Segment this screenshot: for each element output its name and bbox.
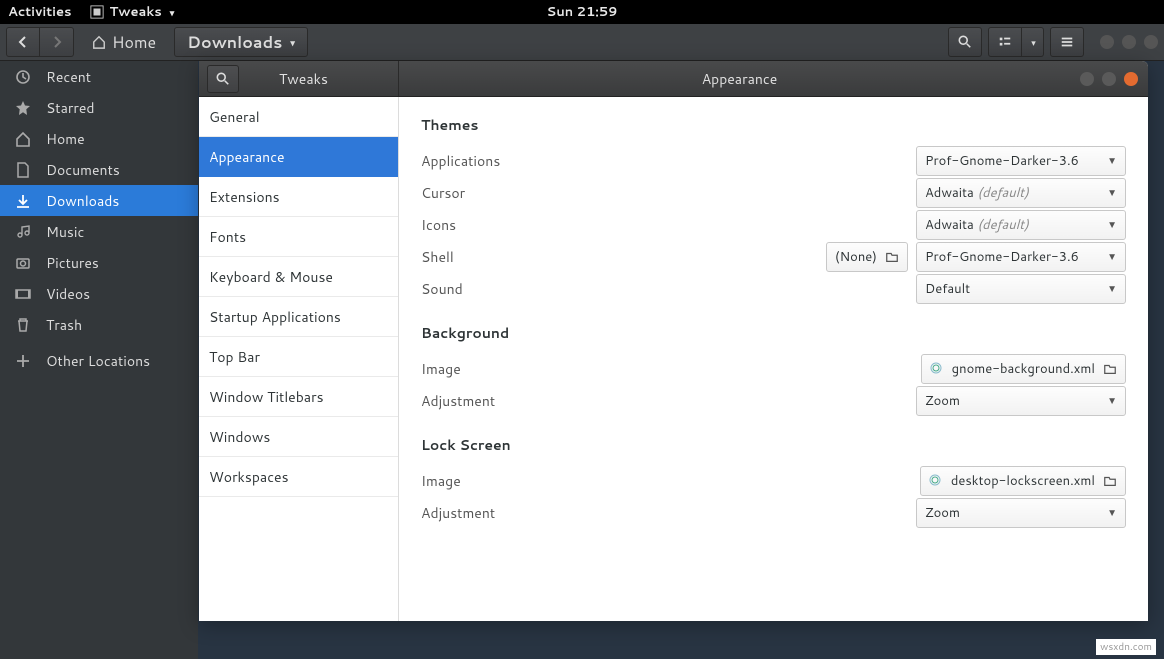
file-icon bbox=[929, 474, 943, 488]
video-icon bbox=[14, 286, 32, 302]
category-extensions[interactable]: Extensions bbox=[199, 177, 398, 217]
category-general[interactable]: General bbox=[199, 97, 398, 137]
tweaks-sidebar-title: Tweaks bbox=[279, 69, 328, 89]
label-lock-adjustment: Adjustment bbox=[421, 503, 916, 523]
hamburger-button[interactable] bbox=[1050, 27, 1084, 57]
tweaks-icon bbox=[90, 5, 104, 19]
chevron-down-icon: ▾ bbox=[170, 6, 175, 19]
background-adjustment-combo[interactable]: Zoom ▼ bbox=[916, 386, 1126, 416]
camera-icon bbox=[14, 255, 32, 271]
chevron-down-icon: ▼ bbox=[1107, 218, 1117, 232]
sidebar-item-home[interactable]: Home bbox=[0, 123, 198, 154]
document-icon bbox=[14, 162, 32, 178]
trash-icon bbox=[14, 317, 32, 333]
files-headerbar: Home Downloads ▾ ▾ bbox=[0, 24, 1164, 61]
maximize-button[interactable] bbox=[1122, 35, 1136, 49]
section-lockscreen: Lock Screen bbox=[421, 435, 1126, 455]
close-button[interactable] bbox=[1124, 72, 1138, 86]
label-icons: Icons bbox=[421, 215, 916, 235]
close-button[interactable] bbox=[1144, 35, 1158, 49]
sidebar-item-trash[interactable]: Trash bbox=[0, 309, 198, 340]
view-list-button[interactable] bbox=[988, 27, 1022, 57]
tweaks-window: Tweaks Appearance General Appearance Ext… bbox=[199, 61, 1148, 621]
shell-theme-combo[interactable]: Prof-Gnome-Darker-3.6 ▼ bbox=[916, 242, 1126, 272]
label-applications: Applications bbox=[421, 151, 916, 171]
lockscreen-adjustment-combo[interactable]: Zoom ▼ bbox=[916, 498, 1126, 528]
label-bg-adjustment: Adjustment bbox=[421, 391, 916, 411]
plus-icon bbox=[14, 353, 32, 369]
search-icon bbox=[216, 72, 230, 86]
clock-icon bbox=[14, 69, 32, 85]
label-cursor: Cursor bbox=[421, 183, 916, 203]
sidebar-item-downloads[interactable]: Downloads bbox=[0, 185, 198, 216]
folder-open-icon bbox=[1103, 474, 1117, 488]
category-fonts[interactable]: Fonts bbox=[199, 217, 398, 257]
sidebar-item-starred[interactable]: Starred bbox=[0, 92, 198, 123]
watermark: wsxdn.com bbox=[1096, 639, 1156, 655]
tweaks-page-title: Appearance bbox=[399, 69, 1080, 89]
files-sidebar: Recent Starred Home Documents Downloads … bbox=[0, 61, 198, 659]
category-startup-applications[interactable]: Startup Applications bbox=[199, 297, 398, 337]
tweaks-content: Themes Applications Prof-Gnome-Darker-3.… bbox=[399, 97, 1148, 621]
tweaks-headerbar: Tweaks Appearance bbox=[199, 61, 1148, 97]
home-icon bbox=[92, 35, 106, 49]
minimize-button[interactable] bbox=[1100, 35, 1114, 49]
chevron-down-icon: ▼ bbox=[1107, 154, 1117, 168]
cursor-theme-combo[interactable]: Adwaita (default) ▼ bbox=[916, 178, 1126, 208]
background-image-file-button[interactable]: gnome-background.xml bbox=[921, 354, 1126, 384]
top-panel: Activities Tweaks ▾ Sun 21:59 bbox=[0, 0, 1164, 24]
tweaks-category-list: General Appearance Extensions Fonts Keyb… bbox=[199, 97, 399, 621]
folder-open-icon bbox=[885, 250, 899, 264]
label-sound: Sound bbox=[421, 279, 916, 299]
category-windows[interactable]: Windows bbox=[199, 417, 398, 457]
chevron-down-icon: ▼ bbox=[1107, 250, 1117, 264]
home-icon bbox=[14, 131, 32, 147]
category-top-bar[interactable]: Top Bar bbox=[199, 337, 398, 377]
sidebar-item-pictures[interactable]: Pictures bbox=[0, 247, 198, 278]
minimize-button[interactable] bbox=[1080, 72, 1094, 86]
sidebar-item-music[interactable]: Music bbox=[0, 216, 198, 247]
category-workspaces[interactable]: Workspaces bbox=[199, 457, 398, 497]
label-shell: Shell bbox=[421, 247, 826, 267]
activities-button[interactable]: Activities bbox=[8, 3, 72, 21]
sound-theme-combo[interactable]: Default ▼ bbox=[916, 274, 1126, 304]
section-themes: Themes bbox=[421, 115, 1126, 135]
category-window-titlebars[interactable]: Window Titlebars bbox=[199, 377, 398, 417]
lockscreen-image-file-button[interactable]: desktop-lockscreen.xml bbox=[920, 466, 1126, 496]
sidebar-item-documents[interactable]: Documents bbox=[0, 154, 198, 185]
label-lock-image: Image bbox=[421, 471, 920, 491]
music-icon bbox=[14, 224, 32, 240]
back-button[interactable] bbox=[6, 27, 40, 57]
path-current[interactable]: Downloads ▾ bbox=[174, 27, 308, 57]
download-icon bbox=[14, 193, 32, 209]
search-button[interactable] bbox=[948, 27, 982, 57]
forward-button[interactable] bbox=[40, 27, 74, 57]
chevron-down-icon: ▼ bbox=[1107, 186, 1117, 200]
path-home[interactable]: Home bbox=[80, 27, 168, 57]
star-icon bbox=[14, 100, 32, 116]
sidebar-item-other-locations[interactable]: Other Locations bbox=[0, 340, 198, 382]
view-dropdown-button[interactable]: ▾ bbox=[1022, 27, 1044, 57]
clock[interactable]: Sun 21:59 bbox=[547, 3, 618, 21]
tweaks-window-controls bbox=[1080, 72, 1148, 86]
category-appearance[interactable]: Appearance bbox=[199, 137, 398, 177]
shell-theme-file-button[interactable]: (None) bbox=[826, 242, 908, 272]
app-menu[interactable]: Tweaks ▾ bbox=[90, 3, 175, 21]
chevron-down-icon: ▼ bbox=[1107, 506, 1117, 520]
category-keyboard-mouse[interactable]: Keyboard & Mouse bbox=[199, 257, 398, 297]
applications-theme-combo[interactable]: Prof-Gnome-Darker-3.6 ▼ bbox=[916, 146, 1126, 176]
chevron-down-icon: ▼ bbox=[1107, 394, 1117, 408]
chevron-down-icon: ▼ bbox=[1107, 282, 1117, 296]
file-icon bbox=[930, 362, 944, 376]
chevron-down-icon: ▾ bbox=[290, 36, 295, 49]
icons-theme-combo[interactable]: Adwaita (default) ▼ bbox=[916, 210, 1126, 240]
tweaks-search-button[interactable] bbox=[207, 65, 239, 93]
files-window-controls bbox=[1100, 35, 1158, 49]
section-background: Background bbox=[421, 323, 1126, 343]
sidebar-item-recent[interactable]: Recent bbox=[0, 61, 198, 92]
maximize-button[interactable] bbox=[1102, 72, 1116, 86]
label-bg-image: Image bbox=[421, 359, 921, 379]
folder-open-icon bbox=[1103, 362, 1117, 376]
sidebar-item-videos[interactable]: Videos bbox=[0, 278, 198, 309]
